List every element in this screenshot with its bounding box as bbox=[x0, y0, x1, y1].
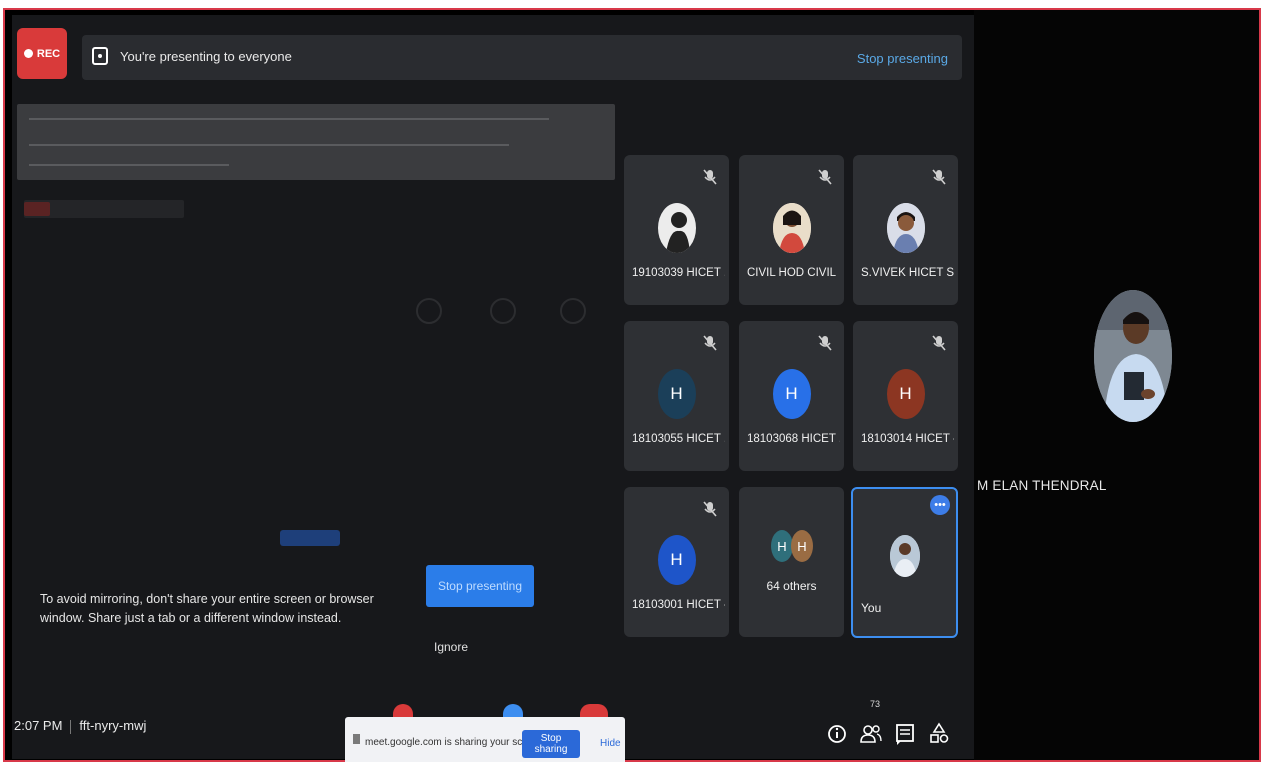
self-video bbox=[890, 535, 920, 577]
stop-presenting-button[interactable]: Stop presenting bbox=[426, 565, 534, 607]
presenting-message: You're presenting to everyone bbox=[120, 49, 292, 64]
participant-name: 19103039 HICET ... bbox=[632, 267, 725, 279]
participant-initial-avatar: H bbox=[657, 369, 696, 419]
recording-badge: REC bbox=[17, 28, 67, 79]
mic-off-icon bbox=[703, 501, 717, 517]
participant-photo bbox=[657, 203, 696, 253]
participant-photo bbox=[886, 203, 925, 253]
mirroring-warning: To avoid mirroring, don't share your ent… bbox=[40, 590, 420, 636]
others-label: 64 others bbox=[766, 579, 817, 593]
mic-off-icon bbox=[932, 169, 946, 185]
participant-initial-avatar: H bbox=[657, 535, 696, 585]
participant-tile[interactable]: H 18103055 HICET ... bbox=[624, 321, 729, 471]
participant-tile[interactable]: H 18103001 HICET -... bbox=[624, 487, 729, 637]
meeting-code: fft-nyry-mwj bbox=[79, 718, 147, 733]
mirrored-screen-strip bbox=[17, 104, 615, 180]
others-tile[interactable]: H H 64 others bbox=[739, 487, 844, 637]
present-screen-icon bbox=[92, 47, 108, 65]
meeting-time: 2:07 PM bbox=[14, 718, 63, 733]
participant-name: 18103068 HICET ... bbox=[747, 433, 840, 445]
more-options-icon[interactable]: ••• bbox=[930, 495, 950, 515]
participant-tile[interactable]: H 18103014 HICET -... bbox=[853, 321, 958, 471]
mic-off-icon bbox=[818, 169, 832, 185]
share-indicator-icon bbox=[353, 734, 360, 744]
speaker-photo bbox=[1094, 290, 1172, 422]
hide-banner-link[interactable]: Hide bbox=[600, 738, 621, 749]
mirroring-warning-text: To avoid mirroring, don't share your ent… bbox=[40, 592, 374, 625]
participant-tile[interactable]: S.VIVEK HICET ST... bbox=[853, 155, 958, 305]
record-dot-icon bbox=[23, 49, 33, 58]
participant-photo bbox=[772, 203, 811, 253]
mirror-ghost-button bbox=[280, 530, 340, 546]
ignore-button[interactable]: Ignore bbox=[434, 640, 468, 654]
others-avatar: H bbox=[771, 530, 793, 562]
mic-off-icon bbox=[703, 169, 717, 185]
participant-name: CIVIL HOD CIVIL bbox=[747, 267, 837, 279]
participant-name: 18103014 HICET -... bbox=[861, 433, 954, 445]
mic-off-icon bbox=[932, 335, 946, 351]
mirrored-rec-bar bbox=[24, 200, 184, 218]
mic-off-icon bbox=[818, 335, 832, 351]
participant-name: S.VIVEK HICET ST... bbox=[861, 267, 954, 279]
presenting-bar: You're presenting to everyone Stop prese… bbox=[82, 35, 962, 80]
chat-icon[interactable] bbox=[894, 722, 916, 746]
speaker-name: M ELAN THENDRAL bbox=[977, 478, 1107, 493]
participant-count: 73 bbox=[870, 699, 881, 709]
mirror-ghost-circle bbox=[490, 298, 516, 324]
stop-sharing-button[interactable]: Stop sharing bbox=[522, 730, 580, 758]
participant-tile[interactable]: 19103039 HICET ... bbox=[624, 155, 729, 305]
screen-share-banner: meet.google.com is sharing your screen. … bbox=[345, 717, 625, 762]
participant-tile[interactable]: CIVIL HOD CIVIL bbox=[739, 155, 844, 305]
info-icon[interactable] bbox=[826, 722, 848, 746]
participant-name: 18103055 HICET ... bbox=[632, 433, 725, 445]
self-label: You bbox=[861, 601, 882, 615]
share-banner-message: meet.google.com is sharing your screen. bbox=[365, 737, 546, 748]
activities-icon[interactable] bbox=[928, 722, 950, 746]
recording-label: REC bbox=[36, 47, 61, 60]
stop-presenting-link[interactable]: Stop presenting bbox=[857, 51, 948, 66]
self-tile[interactable]: ••• You bbox=[851, 487, 958, 638]
people-icon[interactable] bbox=[860, 722, 882, 746]
meeting-info: 2:07 PM fft-nyry-mwj bbox=[14, 718, 146, 734]
participant-initial-avatar: H bbox=[886, 369, 925, 419]
participant-name: 18103001 HICET -... bbox=[632, 599, 725, 611]
participant-initial-avatar: H bbox=[772, 369, 811, 419]
participant-tile[interactable]: H 18103068 HICET ... bbox=[739, 321, 844, 471]
others-avatar: H bbox=[791, 530, 813, 562]
mirror-ghost-circle bbox=[560, 298, 586, 324]
mirror-ghost-circle bbox=[416, 298, 442, 324]
mic-off-icon bbox=[703, 335, 717, 351]
